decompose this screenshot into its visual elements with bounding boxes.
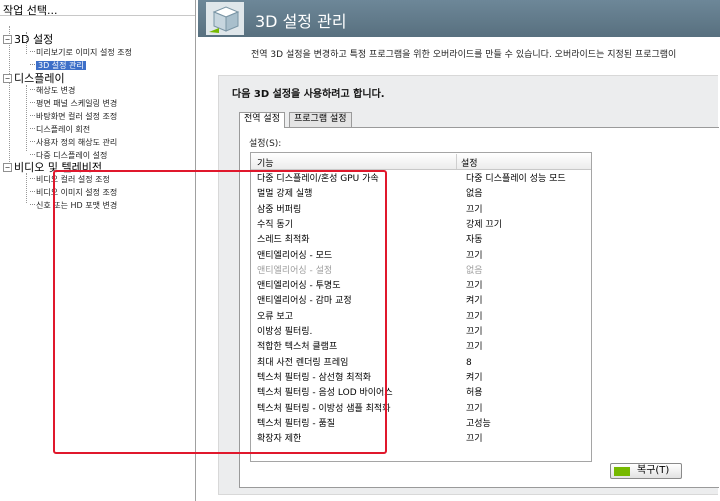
settings-grid[interactable]: 기능 설정 다중 디스플레이/혼성 GPU 가속 다중 디스플레이 성능 모드 멀멀… xyxy=(250,152,592,462)
page-title: 3D 설정 관리 xyxy=(255,12,347,31)
column-header-feature[interactable]: 기능 xyxy=(257,156,274,169)
setting-value-cell: 없음 xyxy=(466,265,483,276)
category-label: 3D 설정 xyxy=(14,33,54,46)
setting-value-cell[interactable]: 켜기 xyxy=(466,294,483,309)
feature-cell: 삼중 버퍼링 xyxy=(257,204,302,215)
setting-value-cell[interactable]: 끄기 xyxy=(466,249,483,264)
setting-value-cell[interactable]: 끄기 xyxy=(466,432,483,447)
grid-header: 기능 설정 xyxy=(251,153,591,170)
setting-value-cell[interactable]: 끄기 xyxy=(466,310,483,325)
task-pane: 작업 선택... −3D 설정 미리보기로 이미지 설정 조정 3D 설정 관리… xyxy=(0,0,196,501)
feature-cell: 앤티엘리어싱 - 감마 교정 xyxy=(257,296,352,307)
tree-item-scaling[interactable]: 평면 패널 스케일링 변경 xyxy=(30,97,117,110)
tree-item-video-color[interactable]: 비디오 컬러 설정 조정 xyxy=(30,173,110,186)
table-row[interactable]: 확장자 제한 끄기 xyxy=(251,432,591,447)
setting-value-cell[interactable]: 고성능 xyxy=(466,417,491,432)
setting-value-cell[interactable]: 자동 xyxy=(466,233,483,248)
panel-heading: 다음 3D 설정을 사용하려고 합니다. xyxy=(232,89,385,100)
task-pane-title: 작업 선택... xyxy=(0,0,195,17)
feature-cell: 스레드 최적화 xyxy=(257,235,310,246)
table-row[interactable]: 앤티엘리어싱 - 감마 교정 켜기 xyxy=(251,294,591,309)
page-description: 전역 3D 설정을 변경하고 특정 프로그램을 위한 오버라이드를 만들 수 있… xyxy=(251,50,677,60)
feature-cell: 앤티엘리어싱 - 투명도 xyxy=(257,281,341,292)
setting-value-cell[interactable]: 끄기 xyxy=(466,325,483,340)
table-row[interactable]: 텍스처 필터링 - 삼선형 최적화 켜기 xyxy=(251,371,591,386)
table-row[interactable]: 텍스처 필터링 - 음성 LOD 바이어스 허용 xyxy=(251,386,591,401)
setting-value-cell[interactable]: 끄기 xyxy=(466,279,483,294)
tab-page-global: 설정(S): 기능 설정 다중 디스플레이/혼성 GPU 가속 다중 디스플레이 … xyxy=(239,127,719,488)
setting-value-cell[interactable]: 강제 끄기 xyxy=(466,218,502,233)
page-banner: 3D 설정 관리 xyxy=(198,0,720,37)
setting-value-cell[interactable]: 끄기 xyxy=(466,340,483,355)
collapse-icon[interactable]: − xyxy=(3,74,12,83)
feature-cell: 텍스처 필터링 - 음성 LOD 바이어스 xyxy=(257,388,393,399)
column-divider[interactable] xyxy=(456,154,457,169)
tree-connector xyxy=(26,85,27,151)
tree-connector xyxy=(26,173,27,203)
settings-panel: 다음 3D 설정을 사용하려고 합니다. 전역 설정 프로그램 설정 설정(S)… xyxy=(218,75,719,495)
feature-cell: 텍스처 필터링 - 품질 xyxy=(257,418,336,429)
table-row: 앤티엘리어싱 - 설정 없음 xyxy=(251,264,591,279)
table-row[interactable]: 앤티엘리어싱 - 모드 끄기 xyxy=(251,249,591,264)
table-row[interactable]: 앤티엘리어싱 - 투명도 끄기 xyxy=(251,279,591,294)
feature-cell: 오류 보고 xyxy=(257,311,293,322)
tree-item-desktop-color[interactable]: 바탕화면 컬러 설정 조정 xyxy=(30,110,117,123)
table-row[interactable]: 텍스처 필터링 - 이방성 샘플 최적화 끄기 xyxy=(251,402,591,417)
setting-value-cell[interactable]: 없음 xyxy=(466,187,483,202)
setting-value-cell[interactable]: 허용 xyxy=(466,386,483,401)
feature-cell: 이방성 필터링. xyxy=(257,327,313,337)
feature-cell: 최대 사전 렌더링 프레임 xyxy=(257,357,349,368)
collapse-icon[interactable]: − xyxy=(3,35,12,44)
feature-cell: 다중 디스플레이/혼성 GPU 가속 xyxy=(257,174,379,184)
tree-item-manage-3d[interactable]: 3D 설정 관리 xyxy=(30,59,86,72)
feature-cell: 멀멀 강제 실행 xyxy=(257,189,313,200)
table-row[interactable]: 텍스처 필터링 - 품질 고성능 xyxy=(251,417,591,432)
settings-label: 설정(S): xyxy=(249,139,282,149)
restore-button-label: 복구(T) xyxy=(637,465,670,476)
setting-value-cell[interactable]: 끄기 xyxy=(466,402,483,417)
tree-item-image-preview[interactable]: 미리보기로 이미지 설정 조정 xyxy=(30,46,132,59)
tree-item-resolution[interactable]: 해상도 변경 xyxy=(30,84,75,97)
table-row[interactable]: 적합한 텍스처 클램프 끄기 xyxy=(251,340,591,355)
table-row[interactable]: 이방성 필터링. 끄기 xyxy=(251,325,591,340)
feature-cell: 적합한 텍스처 클램프 xyxy=(257,342,338,353)
table-row[interactable]: 수직 동기 강제 끄기 xyxy=(251,218,591,233)
collapse-icon[interactable]: − xyxy=(3,163,12,172)
tree-item-rotate[interactable]: 디스플레이 회전 xyxy=(30,123,90,136)
table-row[interactable]: 오류 보고 끄기 xyxy=(251,310,591,325)
tree-item-video-image[interactable]: 비디오 이미지 설정 조정 xyxy=(30,186,117,199)
feature-cell: 텍스처 필터링 - 삼선형 최적화 xyxy=(257,372,372,383)
table-row[interactable]: 삼중 버퍼링 끄기 xyxy=(251,203,591,218)
column-header-setting[interactable]: 설정 xyxy=(461,156,478,169)
feature-cell: 텍스처 필터링 - 이방성 샘플 최적화 xyxy=(257,403,391,414)
table-row[interactable]: 다중 디스플레이/혼성 GPU 가속 다중 디스플레이 성능 모드 xyxy=(251,172,591,187)
3d-cube-icon xyxy=(206,2,244,35)
tree-item-signal-format[interactable]: 신호 또는 HD 포맷 변경 xyxy=(30,199,117,212)
setting-value-cell[interactable]: 다중 디스플레이 성능 모드 xyxy=(466,172,566,187)
feature-cell: 수직 동기 xyxy=(257,219,293,230)
feature-cell: 앤티엘리어싱 - 설정 xyxy=(257,265,333,276)
setting-value-cell[interactable]: 끄기 xyxy=(466,203,483,218)
feature-cell: 앤티엘리어싱 - 모드 xyxy=(257,250,333,261)
setting-value-cell[interactable]: 8 xyxy=(466,356,472,371)
table-row[interactable]: 스레드 최적화 자동 xyxy=(251,233,591,248)
restore-button[interactable]: 복구(T) xyxy=(610,463,682,479)
tree-connector xyxy=(9,26,10,166)
main-content: 3D 설정 관리 전역 3D 설정을 변경하고 특정 프로그램을 위한 오버라이… xyxy=(198,0,720,501)
tab-global-settings[interactable]: 전역 설정 xyxy=(239,112,285,128)
tree-category-3d[interactable]: −3D 설정 xyxy=(3,33,53,46)
nvidia-logo-icon xyxy=(614,467,630,476)
tree-item-custom-resolution[interactable]: 사용자 정의 해상도 관리 xyxy=(30,136,117,149)
setting-value-cell[interactable]: 켜기 xyxy=(466,371,483,386)
feature-cell: 확장자 제한 xyxy=(257,434,302,445)
tab-program-settings[interactable]: 프로그램 설정 xyxy=(289,112,352,127)
table-row[interactable]: 멀멀 강제 실행 없음 xyxy=(251,187,591,202)
table-row[interactable]: 최대 사전 렌더링 프레임 8 xyxy=(251,356,591,371)
